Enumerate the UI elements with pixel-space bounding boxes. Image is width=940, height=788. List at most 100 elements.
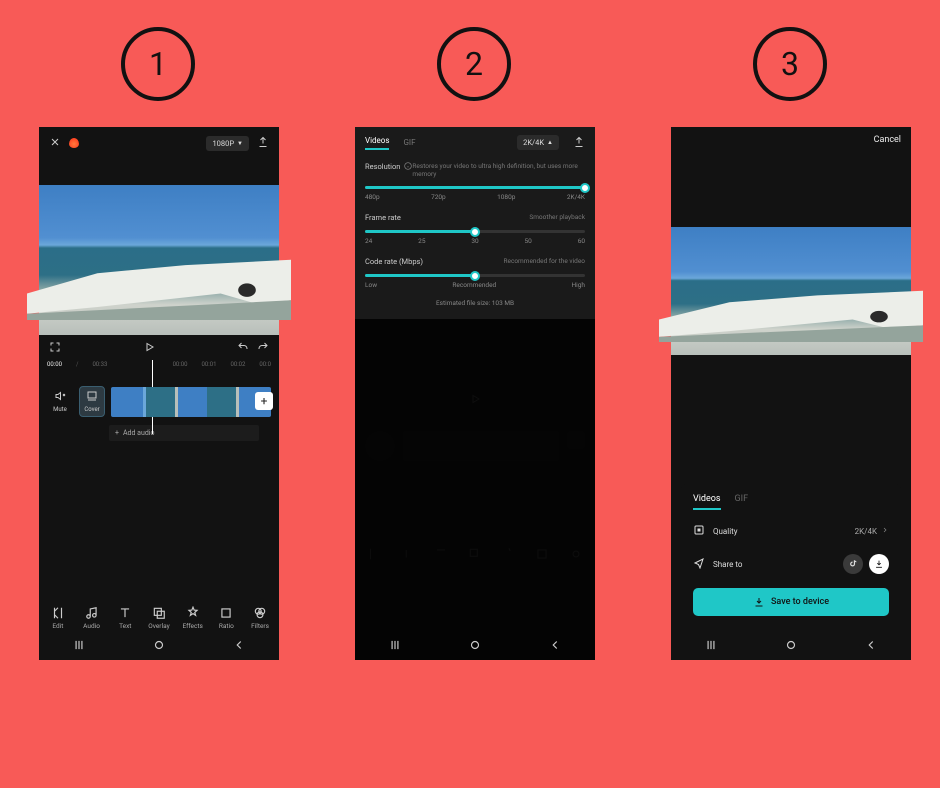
back-icon[interactable] (232, 638, 246, 654)
tool-label: Audio (83, 622, 100, 630)
android-navbar (355, 632, 595, 660)
slider-option: 60 (578, 237, 585, 245)
share-label: Share to (713, 560, 742, 569)
video-preview (671, 227, 911, 355)
redo-icon[interactable] (257, 341, 269, 355)
slider-option: 30 (471, 237, 478, 245)
cancel-button[interactable]: Cancel (874, 135, 901, 145)
resolution-pill[interactable]: 2K/4K ▲ (517, 135, 559, 150)
home-icon[interactable] (152, 638, 166, 654)
preview-content (659, 285, 923, 343)
setting-resolution: Resolution Restores your video to ultra … (365, 162, 585, 201)
editor-topbar: 1080P ▼ (39, 127, 279, 159)
slider-option: 2K/4K (567, 193, 585, 201)
tool-text[interactable]: Text (110, 606, 140, 630)
cover-button[interactable]: Cover (79, 386, 105, 417)
fullscreen-icon[interactable] (49, 341, 61, 355)
setting-hint: Smoother playback (529, 213, 585, 222)
caret-down-icon: ▼ (237, 140, 243, 147)
step-badge-1: 1 (121, 27, 195, 101)
setting-hint: Restores your video to ultra high defini… (412, 162, 585, 178)
recents-icon[interactable] (72, 638, 86, 654)
step-number: 2 (465, 45, 483, 83)
tab-gif[interactable]: GIF (735, 494, 749, 510)
resolution-slider[interactable] (365, 186, 585, 189)
recents-icon[interactable] (388, 638, 402, 654)
quality-label: Quality (713, 527, 738, 536)
resolution-pill-label: 1080P (212, 139, 234, 148)
info-icon[interactable] (404, 162, 412, 178)
flame-icon[interactable] (69, 138, 79, 148)
slider-option: 720p (431, 193, 446, 201)
slider-option: Recommended (452, 281, 496, 289)
tab-videos[interactable]: Videos (693, 494, 721, 510)
plus-icon: + (115, 429, 119, 437)
export-icon[interactable] (573, 136, 585, 150)
step-badge-3: 3 (753, 27, 827, 101)
tool-audio[interactable]: Audio (77, 606, 107, 630)
phone-save-sheet: Cancel Videos GIF Quality 2K/4K (671, 127, 911, 660)
tool-filters[interactable]: Filters (245, 606, 275, 630)
timeline[interactable]: Mute Cover + (39, 368, 279, 421)
play-icon[interactable] (69, 341, 229, 355)
add-audio-label: Add audio (123, 429, 155, 437)
setting-label: Code rate (Mbps) (365, 257, 423, 266)
export-tabs: Videos GIF 2K/4K ▲ (365, 135, 585, 150)
preview-content (27, 253, 291, 321)
android-navbar (39, 632, 279, 660)
save-sheet: Videos GIF Quality 2K/4K Share to (681, 484, 901, 628)
share-row: Share to (681, 546, 901, 582)
setting-coderate: Code rate (Mbps) Recommended for the vid… (365, 257, 585, 289)
step-number: 3 (781, 45, 799, 83)
ruler-tick: 00:01 (202, 361, 217, 368)
quality-row[interactable]: Quality 2K/4K (681, 516, 901, 546)
clip-thumbnails[interactable] (111, 387, 271, 417)
tool-label: Ratio (219, 622, 234, 630)
close-icon[interactable] (49, 136, 61, 150)
save-to-device-button[interactable]: Save to device (693, 588, 889, 616)
tab-gif[interactable]: GIF (403, 138, 415, 147)
save-button-label: Save to device (771, 597, 829, 607)
caret-up-icon: ▲ (547, 139, 553, 146)
share-tiktok-icon[interactable] (843, 554, 863, 574)
setting-framerate: Frame rate Smoother playback 24 25 30 50… (365, 213, 585, 245)
back-icon[interactable] (864, 638, 878, 654)
ruler-tick: 00:02 (230, 361, 245, 368)
back-icon[interactable] (548, 638, 562, 654)
tool-effects[interactable]: Effects (178, 606, 208, 630)
ruler-tick: 00:0 (259, 361, 271, 368)
share-download-icon[interactable] (869, 554, 889, 574)
setting-label: Resolution (365, 162, 400, 178)
cover-label: Cover (80, 406, 104, 413)
tool-edit[interactable]: Edit (43, 606, 73, 630)
slider-option: High (572, 281, 585, 289)
coderate-slider[interactable] (365, 274, 585, 277)
tab-videos[interactable]: Videos (365, 136, 389, 150)
mute-button[interactable]: Mute (47, 387, 73, 416)
setting-hint: Recommended for the video (504, 257, 586, 266)
mute-label: Mute (47, 406, 73, 413)
add-clip-button[interactable]: + (255, 392, 273, 410)
tool-label: Text (119, 622, 131, 630)
slider-option: 25 (418, 237, 425, 245)
home-icon[interactable] (784, 638, 798, 654)
tool-overlay[interactable]: Overlay (144, 606, 174, 630)
recents-icon[interactable] (704, 638, 718, 654)
step-badge-2: 2 (437, 27, 511, 101)
export-settings-panel: Videos GIF 2K/4K ▲ Resolution Restores y… (355, 127, 595, 319)
video-preview[interactable] (39, 185, 279, 335)
home-icon[interactable] (468, 638, 482, 654)
framerate-slider[interactable] (365, 230, 585, 233)
file-size-estimate: Estimated file size: 103 MB (365, 299, 585, 307)
timeline-ruler: 00:00 / 00:33 00:00 00:01 00:02 00:0 (39, 361, 279, 368)
tool-ratio[interactable]: Ratio (211, 606, 241, 630)
export-icon[interactable] (257, 136, 269, 150)
resolution-pill-label: 2K/4K (523, 138, 544, 147)
undo-icon[interactable] (237, 341, 249, 355)
share-icon (693, 557, 705, 571)
step-number: 1 (149, 45, 167, 83)
add-audio-button[interactable]: + Add audio (109, 425, 259, 441)
phone-export-settings: Videos GIF 2K/4K ▲ Resolution Restores y… (355, 127, 595, 660)
resolution-pill[interactable]: 1080P ▼ (206, 136, 249, 151)
tool-label: Effects (182, 622, 202, 630)
